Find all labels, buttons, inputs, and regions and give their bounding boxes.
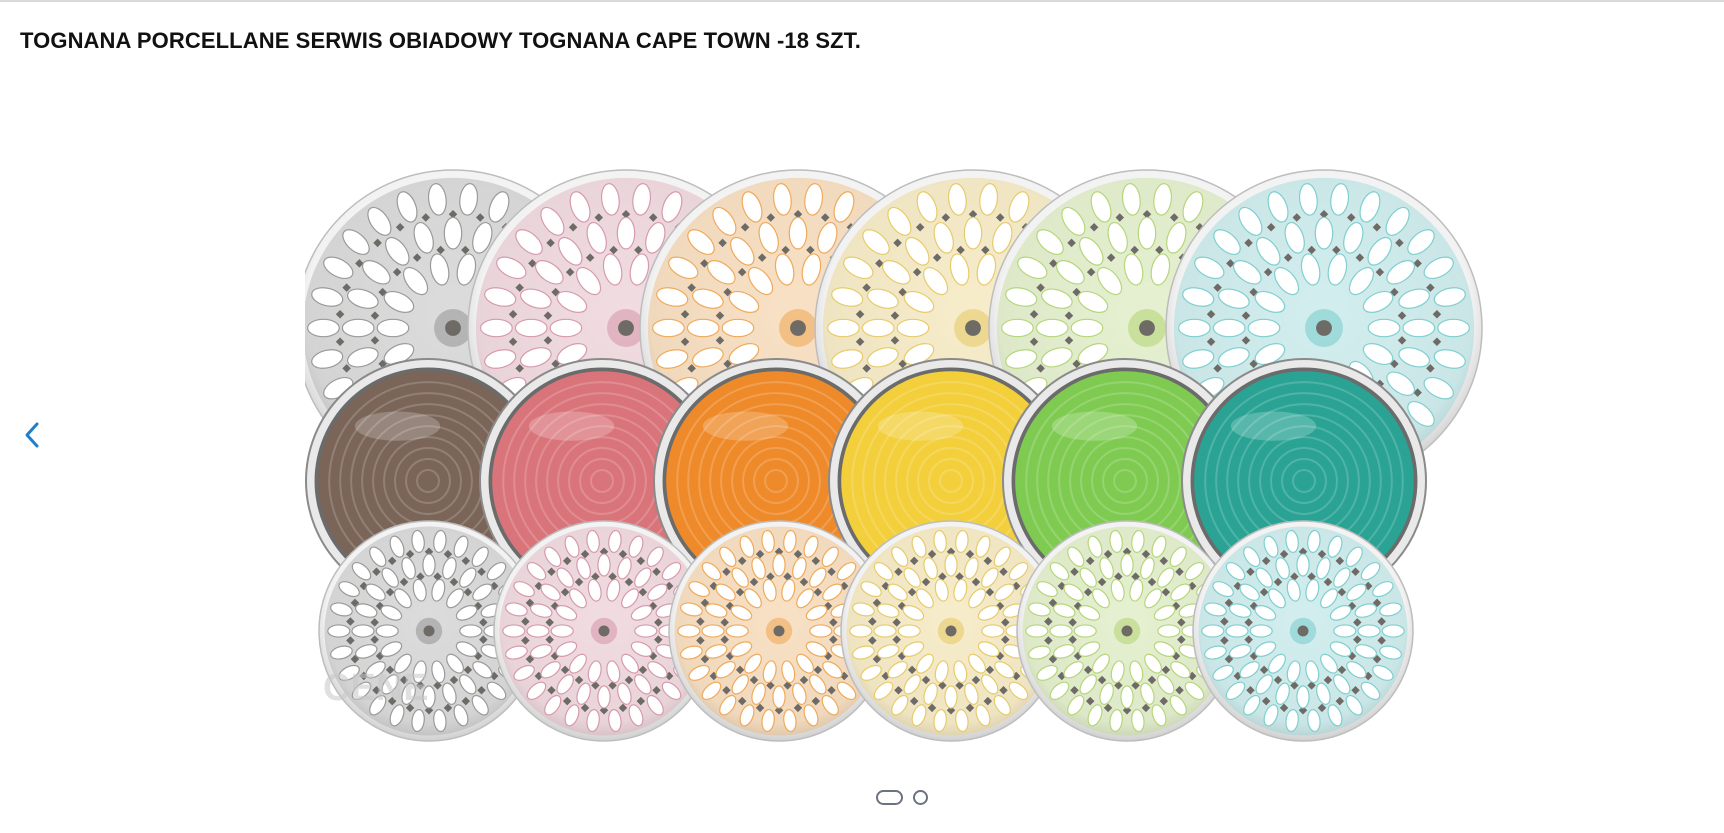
top-divider [0, 0, 1724, 2]
chevron-left-icon [25, 422, 39, 448]
product-title: TOGNANA PORCELLANE SERWIS OBIADOWY TOGNA… [20, 28, 861, 53]
product-image: CENE [305, 168, 1500, 750]
gallery-prev-button[interactable] [18, 418, 46, 452]
gallery-pagination [876, 790, 928, 805]
dessert-plate [1192, 520, 1414, 742]
image-watermark: CENE [323, 667, 429, 709]
gallery-dot-2[interactable] [913, 790, 928, 805]
gallery-dot-1[interactable] [876, 790, 903, 805]
